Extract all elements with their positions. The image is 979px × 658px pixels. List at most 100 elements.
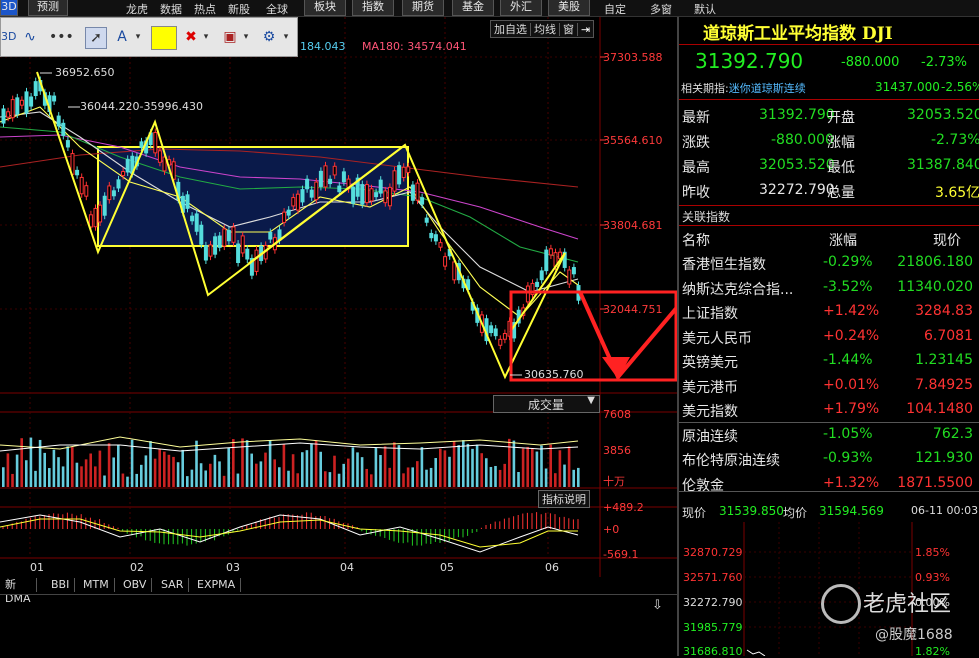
candle <box>93 207 98 228</box>
volume-bar <box>365 468 368 487</box>
more-icon[interactable]: ••• <box>49 27 74 47</box>
tab-obv[interactable]: OBV <box>118 578 153 592</box>
volume-bar <box>268 440 272 487</box>
candle <box>125 158 130 173</box>
table-row[interactable]: 美元港币 +0.01% 7.84925 <box>679 374 979 398</box>
volume-bar <box>291 454 295 487</box>
row-name: 上证指数 <box>682 306 738 322</box>
chevron-down-icon[interactable]: ▾ <box>133 27 143 47</box>
table-row[interactable]: 香港恒生指数 -0.29% 21806.180 <box>679 251 979 275</box>
wave-icon[interactable]: ∿ <box>17 27 43 47</box>
col-pct: 涨幅 <box>829 233 857 249</box>
col-price: 现价 <box>933 233 961 249</box>
menu-hot[interactable]: 热点 <box>194 1 216 17</box>
mini-tick: 32571.760 <box>683 571 743 584</box>
volume-select[interactable]: 成交量 ▼ <box>493 395 600 413</box>
menu-multiwindow[interactable]: 多窗 <box>650 1 672 17</box>
menu-3d[interactable]: 3D <box>0 0 18 16</box>
gear-icon[interactable]: ⚙ <box>259 27 279 47</box>
delete-icon[interactable]: ✖ <box>183 27 199 47</box>
table-row[interactable]: 美元指数 +1.79% 104.1480 <box>679 398 979 422</box>
candle <box>208 244 213 257</box>
candle <box>236 243 241 264</box>
tab-mtm[interactable]: MTM <box>78 578 115 592</box>
volume-bar <box>84 459 88 487</box>
table-row[interactable]: 美元人民币 +0.24% 6.7081 <box>679 325 979 349</box>
candle <box>33 81 38 96</box>
menu-data[interactable]: 数据 <box>160 1 182 17</box>
menu-global[interactable]: 全球 <box>266 1 288 17</box>
menu-forecast[interactable]: 预测 <box>28 0 68 16</box>
row-name: 纳斯达克综合指... <box>682 281 794 298</box>
volume-bar <box>98 450 102 487</box>
text-tool-icon[interactable]: A <box>113 27 131 47</box>
candle <box>56 115 61 127</box>
stat-row: 最新 31392.790 开盘 32053.520 <box>679 104 979 128</box>
cursor-icon[interactable]: ➚ <box>85 27 107 49</box>
ma-button[interactable]: 均线 <box>531 23 560 36</box>
table-row[interactable]: 原油连续 -1.05% 762.3 <box>679 423 979 447</box>
candle <box>567 269 572 285</box>
candle <box>254 249 259 272</box>
high-price-label: 36952.650 <box>55 66 115 79</box>
volume-bar <box>305 450 309 487</box>
candle <box>318 170 323 187</box>
candle <box>525 285 530 303</box>
menu-forex[interactable]: 外汇 <box>500 0 542 16</box>
vol-unit: 十万 <box>603 475 625 488</box>
related-price: 31437.000 <box>875 80 940 94</box>
window-button[interactable]: 窗 <box>560 23 578 36</box>
chevron-down-icon[interactable]: ▾ <box>281 27 291 47</box>
ma180-label: MA180: 34574.041 <box>362 40 467 53</box>
candle <box>75 169 80 176</box>
month-label: 02 <box>130 561 144 574</box>
tab-expma[interactable]: EXPMA <box>192 578 242 592</box>
chevron-down-icon[interactable]: ▾ <box>241 27 251 47</box>
candle <box>222 228 227 247</box>
intraday-line <box>746 649 766 656</box>
volume-bar <box>567 446 571 487</box>
volume-bar <box>374 448 378 487</box>
candle <box>15 97 20 115</box>
add-watchlist-button[interactable]: 加自选 <box>491 23 531 36</box>
download-icon[interactable]: ⇩ <box>652 598 663 613</box>
row-pct: +1.32% <box>823 474 880 491</box>
menu-funds[interactable]: 基金 <box>452 0 494 16</box>
volume-bar <box>434 458 437 487</box>
row-price: 3284.83 <box>915 303 973 319</box>
table-row[interactable]: 布伦特原油连续 -0.93% 121.930 <box>679 447 979 471</box>
related-futures-link[interactable]: 迷你道琼斯连续 <box>729 82 806 95</box>
candle <box>369 188 374 202</box>
chevron-down-icon[interactable]: ▾ <box>201 27 211 47</box>
save-icon[interactable]: ▣ <box>221 27 239 47</box>
volume-bar <box>232 439 235 487</box>
menu-index[interactable]: 指数 <box>352 0 394 16</box>
color-picker[interactable] <box>151 26 177 50</box>
row-pct: +0.01% <box>823 376 880 393</box>
menu-futures[interactable]: 期货 <box>402 0 444 16</box>
table-row[interactable]: 上证指数 +1.42% 3284.83 <box>679 300 979 324</box>
candle <box>489 325 494 334</box>
tab-dma[interactable]: 新DMA <box>0 578 37 605</box>
mini-avg-label: 均价 <box>783 506 808 520</box>
indicator-help-button[interactable]: 指标说明 <box>538 490 590 508</box>
tab-bbi[interactable]: BBI <box>46 578 76 592</box>
menu-longhu[interactable]: 龙虎 <box>126 1 148 17</box>
chart-type-icon[interactable]: 3D <box>1 27 16 47</box>
candle <box>282 211 287 223</box>
expand-arrow-icon[interactable]: ⇥ <box>578 23 593 36</box>
volume-bar <box>475 444 479 487</box>
menu-default[interactable]: 默认 <box>694 1 716 17</box>
vol-tick-2: 3856 <box>603 444 631 457</box>
volume-bar <box>351 447 355 487</box>
volume-bar <box>222 475 226 487</box>
menu-us-stocks[interactable]: 美股 <box>548 0 590 16</box>
menu-custom[interactable]: 自定 <box>604 1 626 17</box>
volume-bar <box>540 445 543 487</box>
tab-sar[interactable]: SAR <box>156 578 190 592</box>
row-name: 布伦特原油连续 <box>682 453 780 469</box>
menu-sector[interactable]: 板块 <box>304 0 346 16</box>
table-row[interactable]: 英镑美元 -1.44% 1.23145 <box>679 349 979 373</box>
menu-ipo[interactable]: 新股 <box>228 1 250 17</box>
table-row[interactable]: 纳斯达克综合指... -3.52% 11340.020 <box>679 276 979 300</box>
